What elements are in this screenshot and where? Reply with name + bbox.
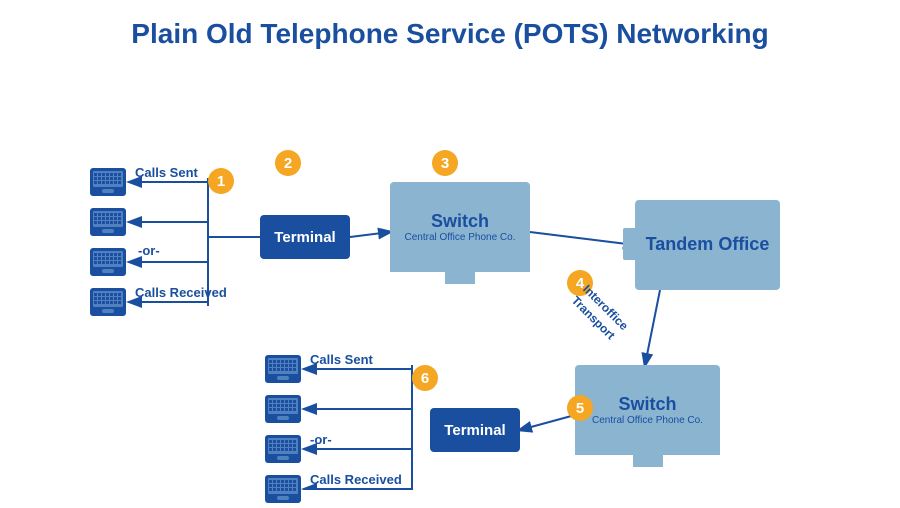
badge-3: 3 [432, 150, 458, 176]
switch-bottom-sub: Central Office Phone Co. [592, 415, 703, 426]
terminal-1: Terminal [260, 215, 350, 259]
phone-bottom-1 [265, 355, 301, 388]
switch-top-title: Switch [431, 211, 489, 232]
terminal-2: Terminal [430, 408, 520, 452]
phone-top-2 [90, 208, 126, 241]
badge-6: 6 [412, 365, 438, 391]
switch-top-sub: Central Office Phone Co. [405, 232, 516, 243]
calls-received-label-top: Calls Received [135, 285, 227, 301]
calls-sent-label-top: Calls Sent [135, 165, 198, 181]
tandem-title: Tandem Office [646, 234, 770, 256]
badge-2: 2 [275, 150, 301, 176]
phone-top-1 [90, 168, 126, 201]
or-label-top: -or- [138, 243, 160, 259]
or-label-bottom: -or- [310, 432, 332, 448]
phone-bottom-3 [265, 435, 301, 468]
diagram-area: Calls Sent -or- Calls Received 1 2 3 Ter… [0, 60, 900, 490]
switch-top: Switch Central Office Phone Co. [390, 182, 530, 282]
calls-sent-label-bottom: Calls Sent [310, 352, 373, 368]
page-title: Plain Old Telephone Service (POTS) Netwo… [0, 0, 900, 60]
switch-bottom: Switch Central Office Phone Co. [575, 365, 720, 470]
calls-received-label-bottom: Calls Received [310, 472, 402, 488]
tandem-office: Tandem Office [635, 200, 780, 290]
phone-top-3 [90, 248, 126, 281]
switch-bottom-title: Switch [618, 394, 676, 415]
badge-1: 1 [208, 168, 234, 194]
phone-bottom-4 [265, 475, 301, 508]
phone-top-4 [90, 288, 126, 321]
phone-bottom-2 [265, 395, 301, 428]
badge-5: 5 [567, 395, 593, 421]
